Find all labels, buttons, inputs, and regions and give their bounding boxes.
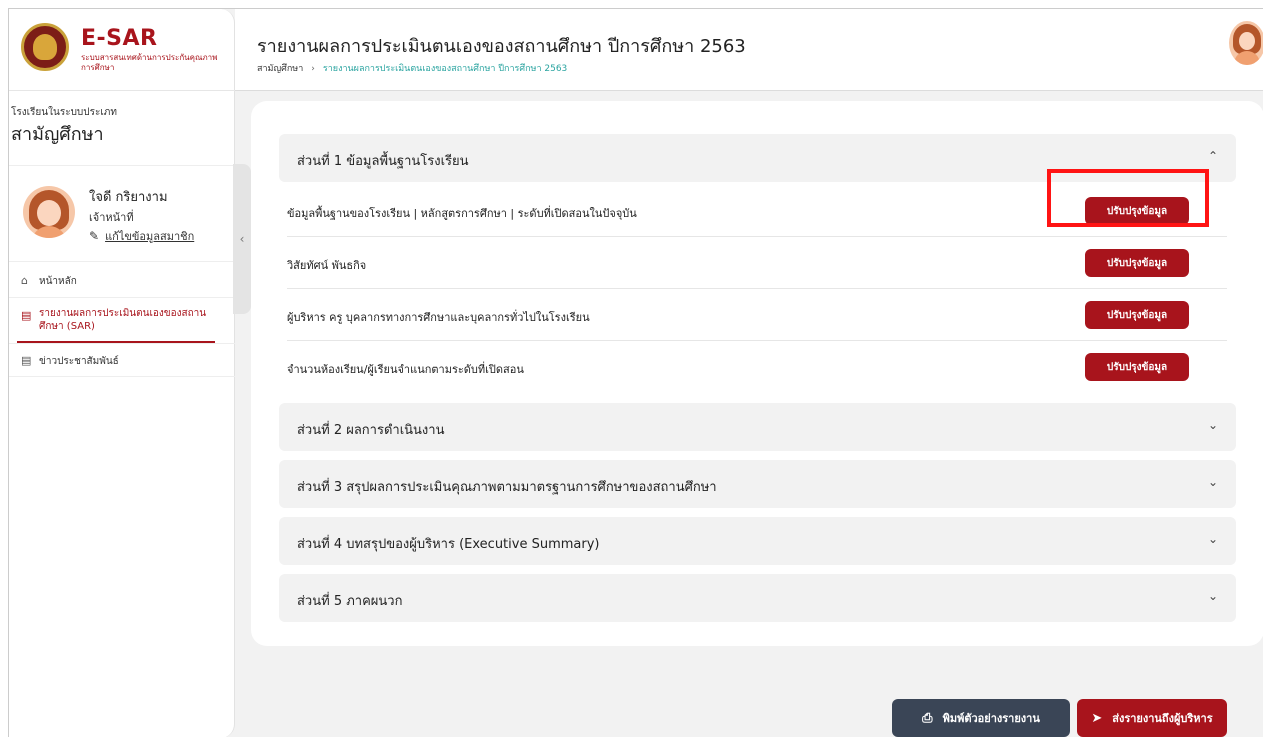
document-icon: ▤ [21, 354, 32, 367]
chevron-up-icon: ⌃ [1207, 149, 1218, 163]
update-data-button[interactable]: ปรับปรุงข้อมูล [1085, 249, 1189, 277]
edit-profile-link[interactable]: ✎ แก้ไขข้อมูลสมาชิก [89, 227, 194, 245]
section-1-item-classrooms: จำนวนห้องเรียน/ผู้เรียนจำแนกตามระดับที่เ… [287, 341, 1227, 393]
breadcrumb-separator-icon: › [311, 64, 315, 74]
section-1-item-personnel: ผู้บริหาร ครู บุคลากรทางการศึกษาและบุคลา… [287, 289, 1227, 341]
brand-header: E-SAR ระบบสารสนเทศด้านการประกันคุณภาพการ… [9, 9, 235, 91]
school-type-label: โรงเรียนในระบบประเภท [11, 107, 117, 118]
sidebar: E-SAR ระบบสารสนเทศด้านการประกันคุณภาพการ… [9, 9, 235, 737]
breadcrumb: สามัญศึกษา › รายงานผลการประเมินตนเองของสถา… [257, 61, 567, 75]
chevron-down-icon: ⌄ [1207, 589, 1218, 603]
brand-title: E-SAR [81, 26, 158, 51]
section-1-header[interactable]: ส่วนที่ 1 ข้อมูลพื้นฐานโรงเรียน ⌃ [279, 134, 1236, 182]
section-5-header[interactable]: ส่วนที่ 5 ภาคผนวก ⌄ [279, 574, 1236, 622]
item-label: ผู้บริหาร ครู บุคลากรทางการศึกษาและบุคลา… [287, 311, 590, 324]
section-1-item-basic-info: ข้อมูลพื้นฐานของโรงเรียน | หลักสูตรการศึ… [287, 185, 1227, 237]
user-avatar-button[interactable] [1229, 21, 1263, 65]
update-data-button[interactable]: ปรับปรุงข้อมูล [1085, 197, 1189, 225]
print-preview-button[interactable]: ⎙ พิมพ์ตัวอย่างรายงาน [892, 699, 1070, 737]
item-label: จำนวนห้องเรียน/ผู้เรียนจำแนกตามระดับที่เ… [287, 363, 524, 376]
print-button-label: พิมพ์ตัวอย่างรายงาน [942, 712, 1040, 725]
section-title: ส่วนที่ 1 ข้อมูลพื้นฐานโรงเรียน [297, 154, 469, 169]
edit-profile-label: แก้ไขข้อมูลสมาชิก [105, 230, 195, 243]
sidebar-item-label: หน้าหลัก [39, 276, 77, 287]
logo-emblem-icon [21, 23, 69, 71]
update-data-button[interactable]: ปรับปรุงข้อมูล [1085, 301, 1189, 329]
send-icon: ➤ [1091, 711, 1103, 726]
section-3-header[interactable]: ส่วนที่ 3 สรุปผลการประเมินคุณภาพตามมาตรฐ… [279, 460, 1236, 508]
section-4-header[interactable]: ส่วนที่ 4 บทสรุปของผู้บริหาร (Executive … [279, 517, 1236, 565]
section-title: ส่วนที่ 5 ภาคผนวก [297, 594, 403, 609]
page-header: รายงานผลการประเมินตนเองของสถานศึกษา ปีกา… [235, 9, 1263, 91]
chevron-down-icon: ⌄ [1207, 532, 1218, 546]
sidebar-item-home[interactable]: ⌂ หน้าหลัก [9, 261, 235, 297]
chevron-down-icon: ⌄ [1207, 418, 1218, 432]
app-frame: E-SAR ระบบสารสนเทศด้านการประกันคุณภาพการ… [8, 8, 1263, 737]
report-sections-card: ส่วนที่ 1 ข้อมูลพื้นฐานโรงเรียน ⌃ ข้อมูล… [251, 101, 1263, 646]
section-title: ส่วนที่ 3 สรุปผลการประเมินคุณภาพตามมาตรฐ… [297, 480, 717, 495]
sidebar-item-sar-report[interactable]: ▤ รายงานผลการประเมินตนเองของสถานศึกษา (S… [9, 297, 235, 343]
sidebar-collapse-button[interactable]: ‹ [233, 164, 251, 314]
document-icon: ▤ [21, 309, 32, 322]
section-title: ส่วนที่ 4 บทสรุปของผู้บริหาร (Executive … [297, 537, 600, 552]
item-label: ข้อมูลพื้นฐานของโรงเรียน | หลักสูตรการศึ… [287, 207, 637, 220]
user-profile: ใจดี กริยางาม เจ้าหน้าที่ ✎ แก้ไขข้อมูลสม… [9, 165, 235, 255]
send-button-label: ส่งรายงานถึงผู้บริหาร [1112, 712, 1213, 725]
chevron-down-icon: ⌄ [1207, 475, 1218, 489]
breadcrumb-current: รายงานผลการประเมินตนเองของสถานศึกษา ปีกา… [322, 64, 568, 74]
section-1-item-vision: วิสัยทัศน์ พันธกิจ ปรับปรุงข้อมูล [287, 237, 1227, 289]
chevron-left-icon: ‹ [239, 232, 245, 246]
sidebar-item-label: ข่าวประชาสัมพันธ์ [39, 356, 119, 367]
user-name: ใจดี กริยางาม [89, 190, 168, 205]
sidebar-item-label: รายงานผลการประเมินตนเองของสถานศึกษา (SAR… [39, 308, 207, 332]
page-title: รายงานผลการประเมินตนเองของสถานศึกษา ปีกา… [257, 36, 746, 57]
avatar [23, 186, 75, 238]
pencil-icon: ✎ [89, 229, 100, 243]
send-report-button[interactable]: ➤ ส่งรายงานถึงผู้บริหาร [1077, 699, 1227, 737]
section-2-header[interactable]: ส่วนที่ 2 ผลการดำเนินงาน ⌄ [279, 403, 1236, 451]
school-type: สามัญศึกษา [11, 124, 104, 145]
sidebar-item-news[interactable]: ▤ ข่าวประชาสัมพันธ์ [9, 343, 235, 377]
brand-subtitle: ระบบสารสนเทศด้านการประกันคุณภาพการศึกษา [81, 53, 218, 72]
printer-icon: ⎙ [922, 711, 933, 726]
section-title: ส่วนที่ 2 ผลการดำเนินงาน [297, 423, 445, 438]
user-role: เจ้าหน้าที่ [89, 211, 134, 224]
item-label: วิสัยทัศน์ พันธกิจ [287, 259, 367, 272]
home-icon: ⌂ [21, 274, 28, 287]
update-data-button[interactable]: ปรับปรุงข้อมูล [1085, 353, 1189, 381]
breadcrumb-home[interactable]: สามัญศึกษา [257, 64, 303, 74]
